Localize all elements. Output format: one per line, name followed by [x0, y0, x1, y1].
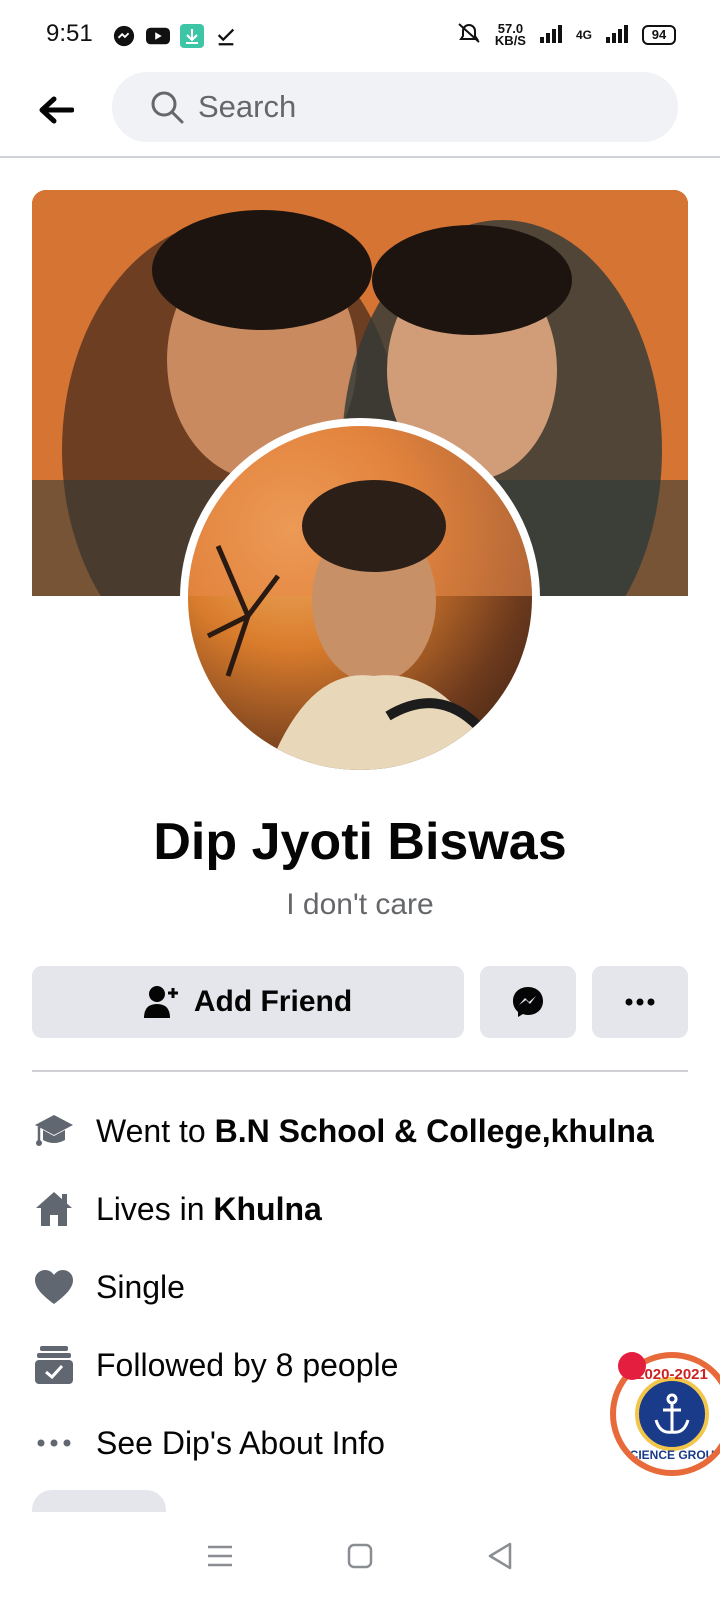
- add-friend-icon: [143, 986, 178, 1018]
- messenger-icon: [513, 987, 543, 1017]
- info-education[interactable]: Went to B.N School & College,khulna: [32, 1092, 672, 1170]
- done-notification-icon: [214, 24, 238, 48]
- download-notification-icon: [180, 24, 204, 48]
- vibrate-mute-icon: [455, 22, 483, 47]
- system-status: 57.0 KB/S 4G 94: [455, 22, 676, 47]
- recent-apps-button[interactable]: [200, 1536, 240, 1576]
- info-location-value: Khulna: [213, 1190, 322, 1227]
- status-time: 9:51: [46, 20, 93, 47]
- messenger-notification-icon: [112, 24, 136, 48]
- info-relationship-text: Single: [96, 1268, 185, 1305]
- network-speed: 57.0 KB/S: [494, 20, 526, 48]
- top-bar: Search: [0, 72, 720, 158]
- more-dots-icon: [32, 1421, 76, 1465]
- status-bar: 9:51 57.0 KB/S 4G 94: [0, 0, 720, 72]
- profile-name: Dip Jyoti Biswas: [153, 813, 567, 871]
- network-type: 4G: [575, 27, 592, 42]
- profile-page: 9:51 57.0 KB/S 4G 94 Search Dip Jyoti Bi…: [0, 0, 720, 1600]
- add-friend-label: Add Friend: [193, 985, 353, 1018]
- home-icon: [32, 1187, 76, 1231]
- graduation-cap-icon: [32, 1109, 76, 1153]
- profile-picture[interactable]: [180, 418, 540, 778]
- info-see-about[interactable]: See Dip's About Info: [32, 1404, 672, 1482]
- profile-bio: I don't care: [286, 888, 434, 921]
- triangle-back-icon: [488, 1542, 512, 1570]
- more-dots-icon: [625, 998, 655, 1006]
- youtube-notification-icon: [146, 24, 170, 48]
- intro-list: Went to B.N School & College,khulna Live…: [32, 1092, 672, 1482]
- profile-picture-image: [188, 426, 532, 770]
- sticker-label: SCIENCE GROUP: [621, 1448, 720, 1462]
- home-button[interactable]: [340, 1536, 380, 1576]
- info-location-prefix: Lives in: [96, 1190, 214, 1227]
- notification-dot: [618, 1352, 646, 1380]
- search-icon: [151, 91, 184, 124]
- anchor-emblem-icon: [635, 1377, 709, 1451]
- search-placeholder: Search: [198, 89, 297, 124]
- info-followers-text: Followed by 8 people: [96, 1346, 399, 1383]
- info-location[interactable]: Lives in Khulna: [32, 1170, 672, 1248]
- profile-actions: Add Friend: [32, 966, 688, 1038]
- info-relationship[interactable]: Single: [32, 1248, 672, 1326]
- system-nav-bar: [0, 1512, 720, 1600]
- menu-lines-icon: [208, 1545, 232, 1567]
- search-box[interactable]: Search: [112, 72, 678, 142]
- system-back-button[interactable]: [480, 1536, 520, 1576]
- info-see-about-text: See Dip's About Info: [96, 1424, 385, 1461]
- heart-icon: [32, 1265, 76, 1309]
- back-button[interactable]: [36, 90, 76, 130]
- back-arrow-icon: [39, 96, 74, 124]
- followers-icon: [32, 1343, 76, 1387]
- battery-indicator: 94: [642, 24, 676, 45]
- notification-icons: [112, 24, 238, 48]
- section-divider: [32, 1070, 688, 1072]
- square-icon: [347, 1543, 373, 1569]
- signal-4g-icon: [604, 23, 630, 46]
- info-followers[interactable]: Followed by 8 people: [32, 1326, 672, 1404]
- info-education-prefix: Went to: [96, 1112, 215, 1149]
- info-education-value: B.N School & College,khulna: [214, 1112, 654, 1149]
- more-options-button[interactable]: [592, 966, 688, 1038]
- add-friend-button[interactable]: Add Friend: [32, 966, 464, 1038]
- message-button[interactable]: [480, 966, 576, 1038]
- signal-icon: [538, 23, 564, 46]
